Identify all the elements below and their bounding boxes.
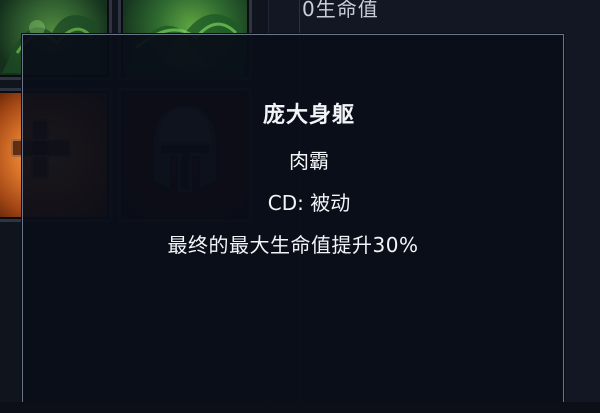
hp-stat-text: 0生命值 bbox=[302, 0, 379, 21]
talent-tooltip: 庞大身躯 肉霸 CD: 被动 最终的最大生命值提升30% bbox=[22, 34, 564, 404]
tooltip-type: 肉霸 bbox=[289, 149, 329, 173]
tooltip-description: 最终的最大生命值提升30% bbox=[167, 233, 419, 257]
bottom-strip bbox=[0, 402, 600, 413]
game-screen: 0生命值 庞大身躯 肉霸 CD: 被动 最终的最大生命值提升30% bbox=[0, 0, 600, 413]
tooltip-title: 庞大身躯 bbox=[262, 103, 355, 128]
tooltip-cooldown: CD: 被动 bbox=[267, 191, 351, 215]
